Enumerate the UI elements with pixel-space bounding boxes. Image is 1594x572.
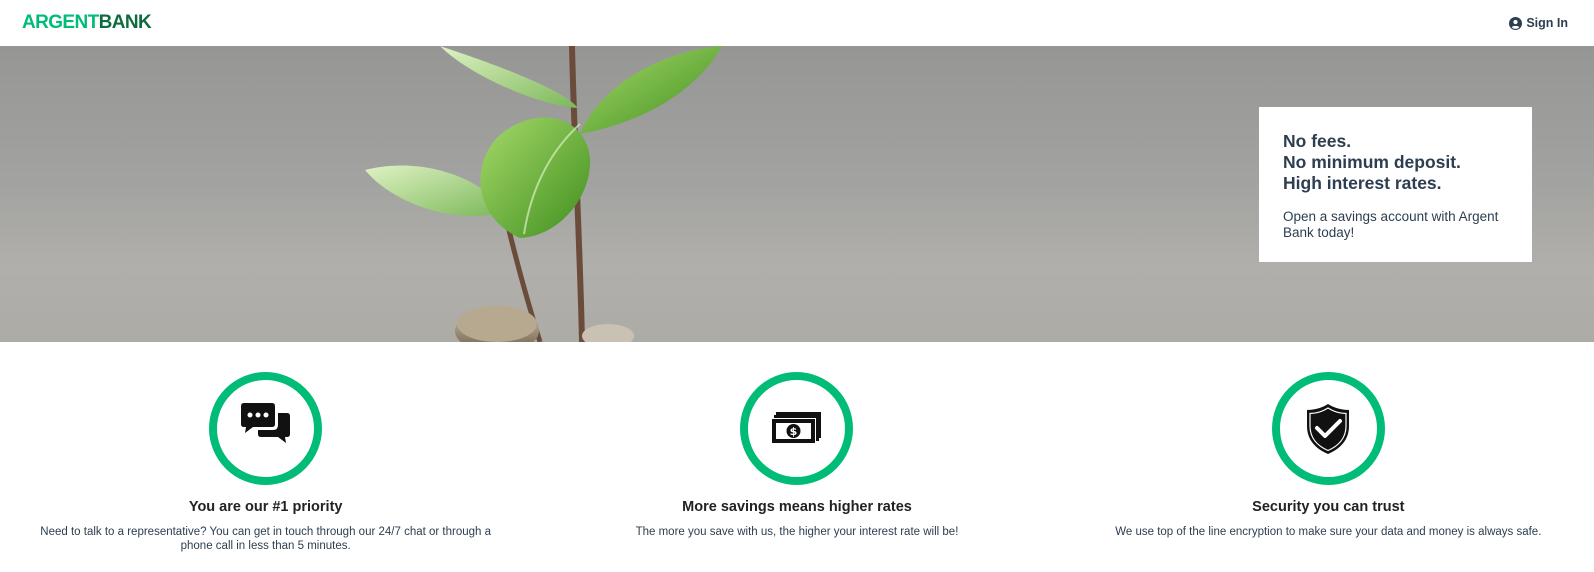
- feature-item-priority: You are our #1 priority Need to talk to …: [0, 372, 531, 553]
- svg-text:$: $: [790, 425, 798, 438]
- feature-text: The more you save with us, the higher yo…: [635, 526, 959, 538]
- hero-banner: No fees. No minimum deposit. High intere…: [0, 46, 1594, 342]
- security-shield-icon: [1307, 403, 1350, 454]
- feature-title: Security you can trust: [1252, 499, 1405, 515]
- feature-icon-ring: $: [740, 372, 854, 485]
- feature-item-security: Security you can trust We use top of the…: [1063, 372, 1594, 553]
- feature-text: Need to talk to a representative? You ca…: [40, 526, 492, 552]
- promo-subtitle-fees: No fees.: [1283, 131, 1352, 151]
- features-section: You are our #1 priority Need to talk to …: [0, 372, 1594, 553]
- promo-text: Open a savings account with Argent Bank …: [1283, 209, 1499, 240]
- sign-in-link[interactable]: Sign In: [1509, 16, 1568, 30]
- logo-link[interactable]: ARGENT BANK: [22, 12, 152, 34]
- sign-in-label: Sign In: [1526, 16, 1568, 30]
- feature-icon-ring: [209, 372, 323, 485]
- feature-text: We use top of the line encryption to mak…: [1115, 526, 1542, 538]
- feature-title: You are our #1 priority: [188, 499, 343, 515]
- promo-subtitle-deposit: No minimum deposit.: [1283, 152, 1461, 172]
- user-circle-icon: [1509, 16, 1523, 30]
- feature-item-savings: $ More savings means higher rates The mo…: [531, 372, 1062, 553]
- feature-title: More savings means higher rates: [682, 499, 912, 515]
- logo-text-bank: BANK: [98, 12, 152, 33]
- main-nav: ARGENT BANK Sign In: [0, 0, 1594, 46]
- promo-subtitle-rates: High interest rates.: [1283, 173, 1442, 193]
- promo-card: No fees. No minimum deposit. High intere…: [1259, 107, 1532, 262]
- feature-icon-ring: [1271, 372, 1385, 485]
- money-icon: $: [770, 411, 821, 444]
- logo-text-argent: ARGENT: [22, 12, 99, 33]
- chat-icon: [240, 402, 290, 443]
